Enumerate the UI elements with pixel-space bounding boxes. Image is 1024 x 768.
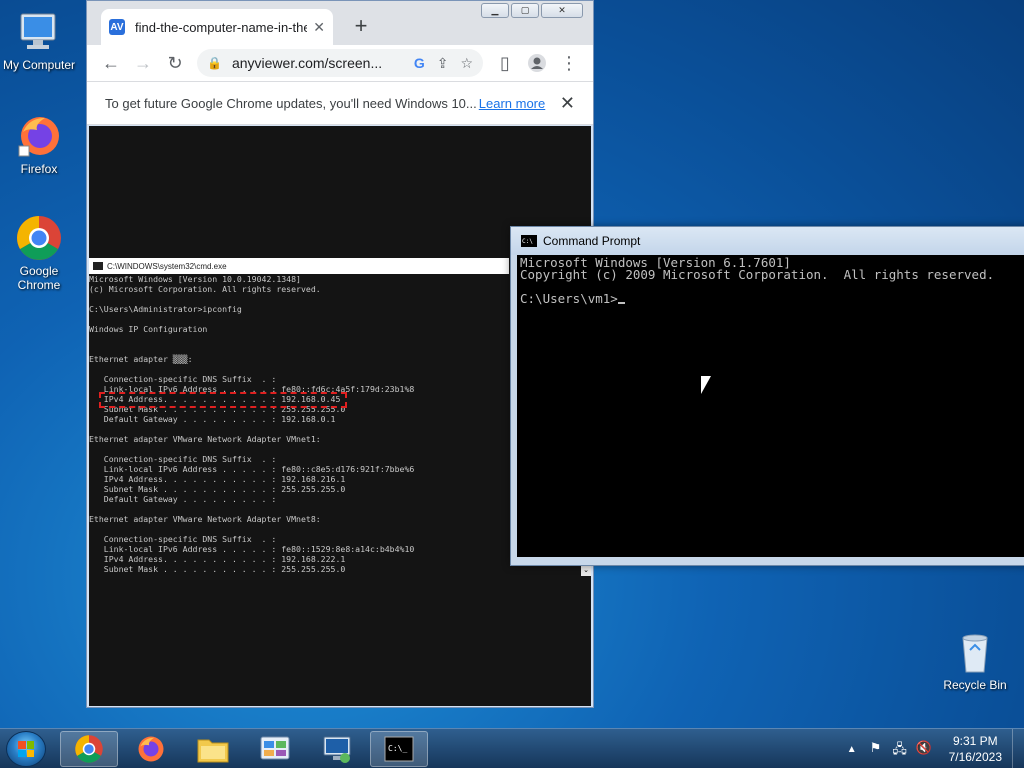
cmd-title: Command Prompt [543,234,641,248]
folder-icon [197,739,229,763]
minimize-button[interactable]: ▁ [481,3,509,18]
clock[interactable]: 9:31 PM 7/16/2023 [949,733,1002,765]
taskbar-control-panel[interactable] [246,731,304,767]
chrome-icon [15,214,63,262]
taskbar: C:\_ ▲ ⚑ 🖧 🔇 9:31 PM 7/16/2023 [0,728,1024,768]
command-prompt-window: C:\ Command Prompt Microsoft Windows [Ve… [510,226,1024,566]
desktop-icon-google-chrome[interactable]: Google Chrome [0,214,80,292]
maximize-button[interactable]: ▢ [511,3,539,18]
reload-icon[interactable]: ↻ [159,49,191,77]
tab-title: find-the-computer-name-in-the- [135,19,308,35]
url-text: anyviewer.com/screen... [231,55,383,71]
desktop-icon-recycle-bin[interactable]: Recycle Bin [934,628,1016,692]
browser-tab[interactable]: AV find-the-computer-name-in-the- ✕ [101,9,333,45]
bookmark-star-icon[interactable]: ☆ [460,55,473,72]
taskbar-chrome[interactable] [60,731,118,767]
ipv4-highlight-box [99,392,347,408]
window-controls: ▁ ▢ ✕ [481,3,583,18]
forward-arrow-icon[interactable]: → [127,49,159,77]
desktop-icon-label: Recycle Bin [943,678,1007,692]
google-lens-icon[interactable]: G [414,55,425,71]
desktop-icon-label: My Computer [2,58,76,72]
text-cursor [617,302,625,304]
update-infobar: To get future Google Chrome updates, you… [87,81,593,125]
cmd-console[interactable]: Microsoft Windows [Version 6.1.7601] Copy… [517,255,1024,557]
desktop-icon-label: Google Chrome [17,264,61,292]
browser-toolbar: ← → ↻ 🔒 anyviewer.com/screen... G ⇪ ☆ ▯ … [87,45,593,81]
cmd-titlebar[interactable]: C:\ Command Prompt [511,227,1024,255]
remote-desktop-icon [323,736,351,763]
learn-more-link[interactable]: Learn more [479,96,545,111]
embedded-ipconfig-output: Microsoft Windows [Version 10.0.19042.13… [89,274,415,574]
share-icon[interactable]: ⇪ [437,55,449,72]
infobar-message: To get future Google Chrome updates, you… [105,95,477,111]
svg-text:C:\_: C:\_ [388,744,407,753]
recycle-bin-icon [951,628,999,676]
firefox-icon [138,736,164,762]
firefox-icon [15,112,63,160]
anyviewer-favicon-icon: AV [109,19,125,35]
tab-strip: AV find-the-computer-name-in-the- ✕ + ▁ … [87,1,593,45]
network-icon[interactable]: 🖧 [891,740,909,758]
taskbar-command-prompt[interactable]: C:\_ [370,731,428,767]
cmd-icon: C:\_ [384,736,414,762]
embedded-cmd-title: C:\WINDOWS\system32\cmd.exe [107,261,227,271]
control-panel-icon [260,736,290,760]
scroll-down-icon[interactable]: ⌄ [581,566,591,576]
volume-muted-icon[interactable]: 🔇 [915,740,933,758]
infobar-close-icon[interactable]: ✕ [560,93,575,114]
computer-icon [15,8,63,56]
show-desktop-button[interactable] [1012,729,1024,768]
cmd-icon: C:\ [521,235,537,247]
cmd-prompt: C:\Users\vm1> [520,291,618,306]
clock-time: 9:31 PM [952,734,998,748]
back-arrow-icon[interactable]: ← [95,49,127,77]
menu-kebab-icon[interactable]: ⋮ [553,49,585,77]
new-tab-button[interactable]: + [349,13,373,39]
chrome-icon [75,735,103,763]
close-window-button[interactable]: ✕ [541,3,583,18]
windows-logo-icon [18,741,34,757]
address-bar[interactable]: 🔒 anyviewer.com/screen... G ⇪ ☆ [197,49,483,77]
side-panel-icon[interactable]: ▯ [489,49,521,77]
taskbar-remote-desktop[interactable] [308,731,366,767]
cmd-prompt-line: C:\Users\vm1> [520,291,1024,306]
embedded-cmd-titlebar: C:\WINDOWS\system32\cmd.exe [89,258,509,274]
cmd-copyright-line: Copyright (c) 2009 Microsoft Corporation… [520,267,995,282]
profile-avatar-icon[interactable] [521,49,553,77]
start-button[interactable] [6,731,46,767]
desktop-icon-firefox[interactable]: Firefox [0,112,80,176]
system-tray: ▲ ⚑ 🖧 🔇 9:31 PM 7/16/2023 [847,729,1024,768]
action-center-flag-icon[interactable]: ⚑ [867,740,885,758]
taskbar-file-explorer[interactable] [184,731,242,767]
desktop-icon-my-computer[interactable]: My Computer [0,8,80,72]
cmd-mini-icon [93,262,103,270]
mouse-pointer-icon [701,376,711,394]
show-hidden-icons-icon[interactable]: ▲ [847,744,857,755]
taskbar-firefox[interactable] [122,731,180,767]
clock-date: 7/16/2023 [948,750,1002,764]
desktop-icon-label: Firefox [20,162,58,176]
lock-icon: 🔒 [207,56,222,70]
tab-close-icon[interactable]: ✕ [313,19,325,36]
